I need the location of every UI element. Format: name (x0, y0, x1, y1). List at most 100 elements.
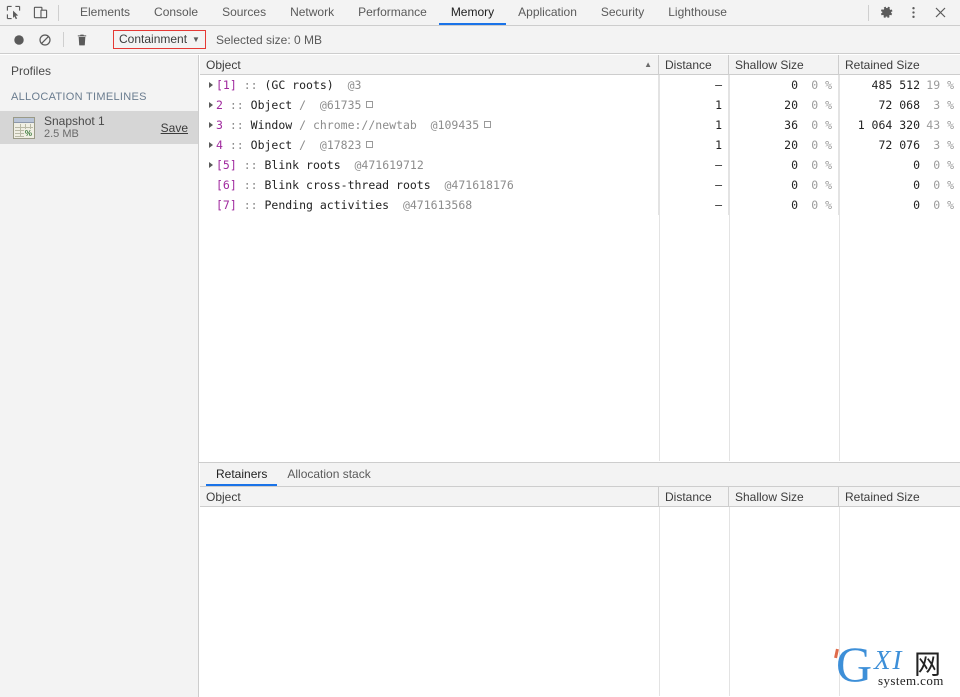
node-index: [5] (216, 158, 237, 172)
column-header-distance[interactable]: Distance (659, 55, 729, 74)
cell-shallow-size: 0 0 % (729, 175, 839, 195)
cell-distance: 1 (659, 115, 729, 135)
node-id: @3 (333, 78, 362, 92)
tab-label: Network (290, 4, 335, 19)
tab-retainers[interactable]: Retainers (206, 463, 278, 486)
trash-icon[interactable] (69, 27, 95, 53)
distance-value: – (715, 178, 722, 192)
retained-size-value: 0 (913, 158, 920, 172)
gear-icon[interactable] (873, 5, 900, 20)
selected-size-label: Selected size: 0 MB (215, 32, 323, 47)
retainers-column-header-shallow-size[interactable]: Shallow Size (729, 487, 839, 506)
shallow-size-value: 20 (784, 138, 798, 152)
expand-triangle-icon[interactable] (205, 122, 216, 128)
tab-application[interactable]: Application (506, 0, 589, 25)
memory-toolbar: Containment ▼ Selected size: 0 MB (0, 26, 960, 54)
node-path: / chrome://newtab (292, 118, 417, 132)
shallow-size-value: 0 (791, 198, 798, 212)
tab-label: Retainers (216, 466, 268, 481)
kebab-menu-icon[interactable] (900, 5, 927, 20)
cell-shallow-size: 0 0 % (729, 75, 839, 95)
expand-triangle-icon[interactable] (205, 82, 216, 88)
shallow-size-value: 20 (784, 98, 798, 112)
no-entry-icon[interactable] (32, 27, 58, 53)
shallow-size-percent: 0 % (811, 198, 832, 212)
retainers-column-header-retained-size[interactable]: Retained Size (839, 487, 960, 506)
column-header-object[interactable]: Object ▲ (200, 55, 659, 74)
node-id: @471619712 (340, 158, 424, 172)
node-index: 3 (216, 118, 223, 132)
grid-header-row: Object ▲ Distance Shallow Size Retained … (200, 55, 960, 75)
cell-retained-size: 0 0 % (839, 175, 960, 195)
retained-size-value: 0 (913, 178, 920, 192)
expand-triangle-icon[interactable] (205, 162, 216, 168)
panel-tabs: Elements Console Sources Network Perform… (68, 0, 864, 25)
expand-triangle-icon[interactable] (205, 102, 216, 108)
sidebar-item-text: Snapshot 1 2.5 MB (44, 114, 105, 141)
record-circle-icon[interactable] (6, 27, 32, 53)
table-row[interactable]: [6] :: Blink cross-thread roots @4716181… (200, 175, 960, 195)
retained-size-value: 72 068 (878, 98, 920, 112)
table-row[interactable]: 3 :: Window / chrome://newtab @109435 1 36… (200, 115, 960, 135)
shallow-size-value: 0 (791, 158, 798, 172)
sidebar-item-snapshot-1[interactable]: % Snapshot 1 2.5 MB Save (0, 111, 198, 144)
cell-distance: 1 (659, 95, 729, 115)
retainers-grid-body (200, 507, 960, 696)
inspect-cursor-icon[interactable] (0, 0, 27, 25)
column-header-retained-size[interactable]: Retained Size (839, 55, 960, 74)
detached-node-icon (366, 100, 374, 108)
node-id: @109435 (416, 118, 480, 132)
retainers-column-header-object[interactable]: Object (200, 487, 659, 506)
tab-elements[interactable]: Elements (68, 0, 142, 25)
distance-value: 1 (715, 138, 722, 152)
shallow-size-percent: 0 % (811, 98, 832, 112)
table-row[interactable]: 4 :: Object / @17823 1 20 0 % 72 076 3 % (200, 135, 960, 155)
expand-triangle-icon[interactable] (205, 142, 216, 148)
tab-console[interactable]: Console (142, 0, 210, 25)
node-path: / (292, 98, 307, 112)
node-index: 4 (216, 138, 223, 152)
table-row[interactable]: [7] :: Pending activities @471613568–0 0 … (200, 195, 960, 215)
tab-lighthouse[interactable]: Lighthouse (656, 0, 739, 25)
tab-security[interactable]: Security (589, 0, 656, 25)
table-row[interactable]: [1] :: (GC roots) @3 – 0 0 % 485 512 19 % (200, 75, 960, 95)
bottom-panel-tabs: Retainers Allocation stack (200, 463, 960, 487)
view-mode-label: Containment (119, 32, 188, 46)
node-separator: :: (236, 158, 265, 172)
tab-label: Memory (450, 4, 495, 19)
save-snapshot-link[interactable]: Save (161, 121, 188, 135)
tab-label: Sources (222, 4, 267, 19)
cell-retained-size: 485 512 19 % (839, 75, 960, 95)
column-header-label: Object (206, 489, 241, 504)
node-name: Blink cross-thread roots (264, 178, 431, 192)
tab-sources[interactable]: Sources (210, 0, 278, 25)
heap-snapshot-grid: Object ▲ Distance Shallow Size Retained … (200, 55, 960, 462)
column-header-shallow-size[interactable]: Shallow Size (729, 55, 839, 74)
cell-shallow-size: 20 0 % (729, 95, 839, 115)
retained-size-value: 485 512 (871, 78, 920, 92)
toolbar-divider (58, 4, 59, 21)
tab-network[interactable]: Network (278, 0, 346, 25)
cell-retained-size: 0 0 % (839, 195, 960, 215)
cell-distance: – (659, 175, 729, 195)
table-row[interactable]: [5] :: Blink roots @471619712 – 0 0 % 0 0 % (200, 155, 960, 175)
cell-shallow-size: 20 0 % (729, 135, 839, 155)
snapshot-icon-badge: % (23, 128, 33, 138)
node-id: @61735 (306, 98, 362, 112)
node-index: [7] (216, 198, 237, 212)
node-name: Pending activities (264, 198, 390, 212)
tab-allocation-stack[interactable]: Allocation stack (277, 463, 380, 486)
tab-performance[interactable]: Performance (346, 0, 439, 25)
retainers-header-row: Object Distance Shallow Size Retained Si… (200, 487, 960, 507)
close-icon[interactable] (927, 5, 954, 20)
sidebar-title: Profiles (11, 64, 52, 78)
column-header-label: Distance (665, 57, 712, 72)
cell-retained-size: 1 064 320 43 % (839, 115, 960, 135)
distance-value: – (715, 158, 722, 172)
tab-memory[interactable]: Memory (438, 0, 507, 25)
retainers-column-header-distance[interactable]: Distance (659, 487, 729, 506)
view-mode-select[interactable]: Containment ▼ (113, 30, 206, 49)
table-row[interactable]: 2 :: Object / @61735 1 20 0 % 72 068 3 % (200, 95, 960, 115)
device-toolbar-icon[interactable] (27, 0, 54, 25)
column-header-label: Retained Size (845, 57, 920, 72)
